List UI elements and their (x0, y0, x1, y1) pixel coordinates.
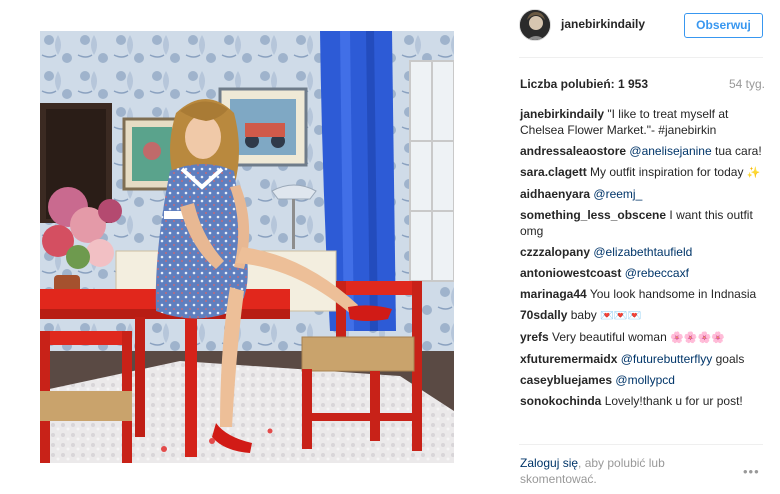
love-letter-icon: 💌💌💌 (600, 309, 642, 322)
comment-item: caseybluejames @mollypcd (520, 372, 770, 388)
comment-item: janebirkindaily "I like to treat myself … (520, 106, 770, 138)
likes-row: Liczba polubień: 1 953 54 tyg. (520, 77, 765, 91)
sparkles-icon: ✨ (746, 166, 761, 179)
comment-item: yrefs Very beautiful woman 🌸🌸🌸🌸 (520, 329, 770, 346)
comment-username[interactable]: caseybluejames (520, 373, 612, 387)
post-photo-illustration (40, 31, 454, 463)
comment-item: sara.clagett My outfit inspiration for t… (520, 164, 770, 181)
comment-username[interactable]: marinaga44 (520, 287, 587, 301)
post-side-panel: janebirkindaily Obserwuj Liczba polubień… (501, 0, 780, 494)
comment-username[interactable]: aidhaenyara (520, 187, 590, 201)
comment-username[interactable]: janebirkindaily (520, 107, 604, 121)
comment-username[interactable]: sara.clagett (520, 165, 587, 179)
comment-username[interactable]: xfuturemermaidx (520, 352, 617, 366)
avatar[interactable] (519, 9, 551, 41)
comment-mention[interactable]: @anelisejanine (629, 144, 711, 158)
comment-text: Lovely!thank u for ur post! (604, 394, 743, 408)
comment-item: marinaga44 You look handsome in Indnasia (520, 286, 770, 302)
comment-item: andressaleaostore @anelisejanine tua car… (520, 143, 770, 159)
comment-mention[interactable]: @reemj_ (593, 187, 642, 201)
follow-button[interactable]: Obserwuj (684, 13, 763, 38)
comment-text: goals (715, 352, 745, 366)
comment-item: something_less_obscene I want this outfi… (520, 207, 770, 239)
comment-username[interactable]: andressaleaostore (520, 144, 626, 158)
comment-text: You look handsome in Indnasia (589, 287, 757, 301)
footer-divider (519, 444, 763, 445)
comment-username[interactable]: something_less_obscene (520, 208, 666, 222)
comment-username[interactable]: czzzalopany (520, 245, 590, 259)
login-prompt: Zaloguj się, aby polubić lub skomentować… (520, 455, 720, 487)
comment-mention[interactable]: @elizabethtaufield (593, 245, 692, 259)
comment-mention[interactable]: @futurebutterflyy (621, 352, 713, 366)
post-header: janebirkindaily Obserwuj (501, 8, 780, 44)
comment-username[interactable]: yrefs (520, 330, 549, 344)
cherry-blossom-icon: 🌸🌸🌸🌸 (670, 331, 725, 344)
more-options-icon[interactable]: ••• (743, 464, 760, 479)
profile-avatar-icon (520, 10, 550, 40)
post-age[interactable]: 54 tyg. (729, 77, 765, 91)
comment-item: aidhaenyara @reemj_ (520, 186, 770, 202)
comment-text: baby (570, 308, 597, 322)
comment-item: sonokochinda Lovely!thank u for ur post! (520, 393, 770, 409)
comment-item: antoniowestcoast @rebeccaxf (520, 265, 770, 281)
comment-item: xfuturemermaidx @futurebutterflyy goals (520, 351, 770, 367)
comment-item: 70sdally baby 💌💌💌 (520, 307, 770, 324)
login-link[interactable]: Zaloguj się (520, 456, 578, 470)
post-author-username[interactable]: janebirkindaily (561, 17, 645, 31)
comment-username[interactable]: 70sdally (520, 308, 567, 322)
comment-text: Very beautiful woman (552, 330, 667, 344)
post-photo[interactable] (40, 31, 454, 463)
header-divider (519, 57, 763, 58)
comment-item: czzzalopany @elizabethtaufield (520, 244, 770, 260)
comment-username[interactable]: sonokochinda (520, 394, 601, 408)
likes-count[interactable]: Liczba polubień: 1 953 (520, 77, 648, 91)
comment-text: tua cara! (715, 144, 762, 158)
comments-list: janebirkindaily "I like to treat myself … (520, 106, 770, 414)
comment-username[interactable]: antoniowestcoast (520, 266, 621, 280)
comment-text: My outfit inspiration for today (590, 165, 744, 179)
comment-mention[interactable]: @rebeccaxf (625, 266, 689, 280)
comment-mention[interactable]: @mollypcd (615, 373, 675, 387)
